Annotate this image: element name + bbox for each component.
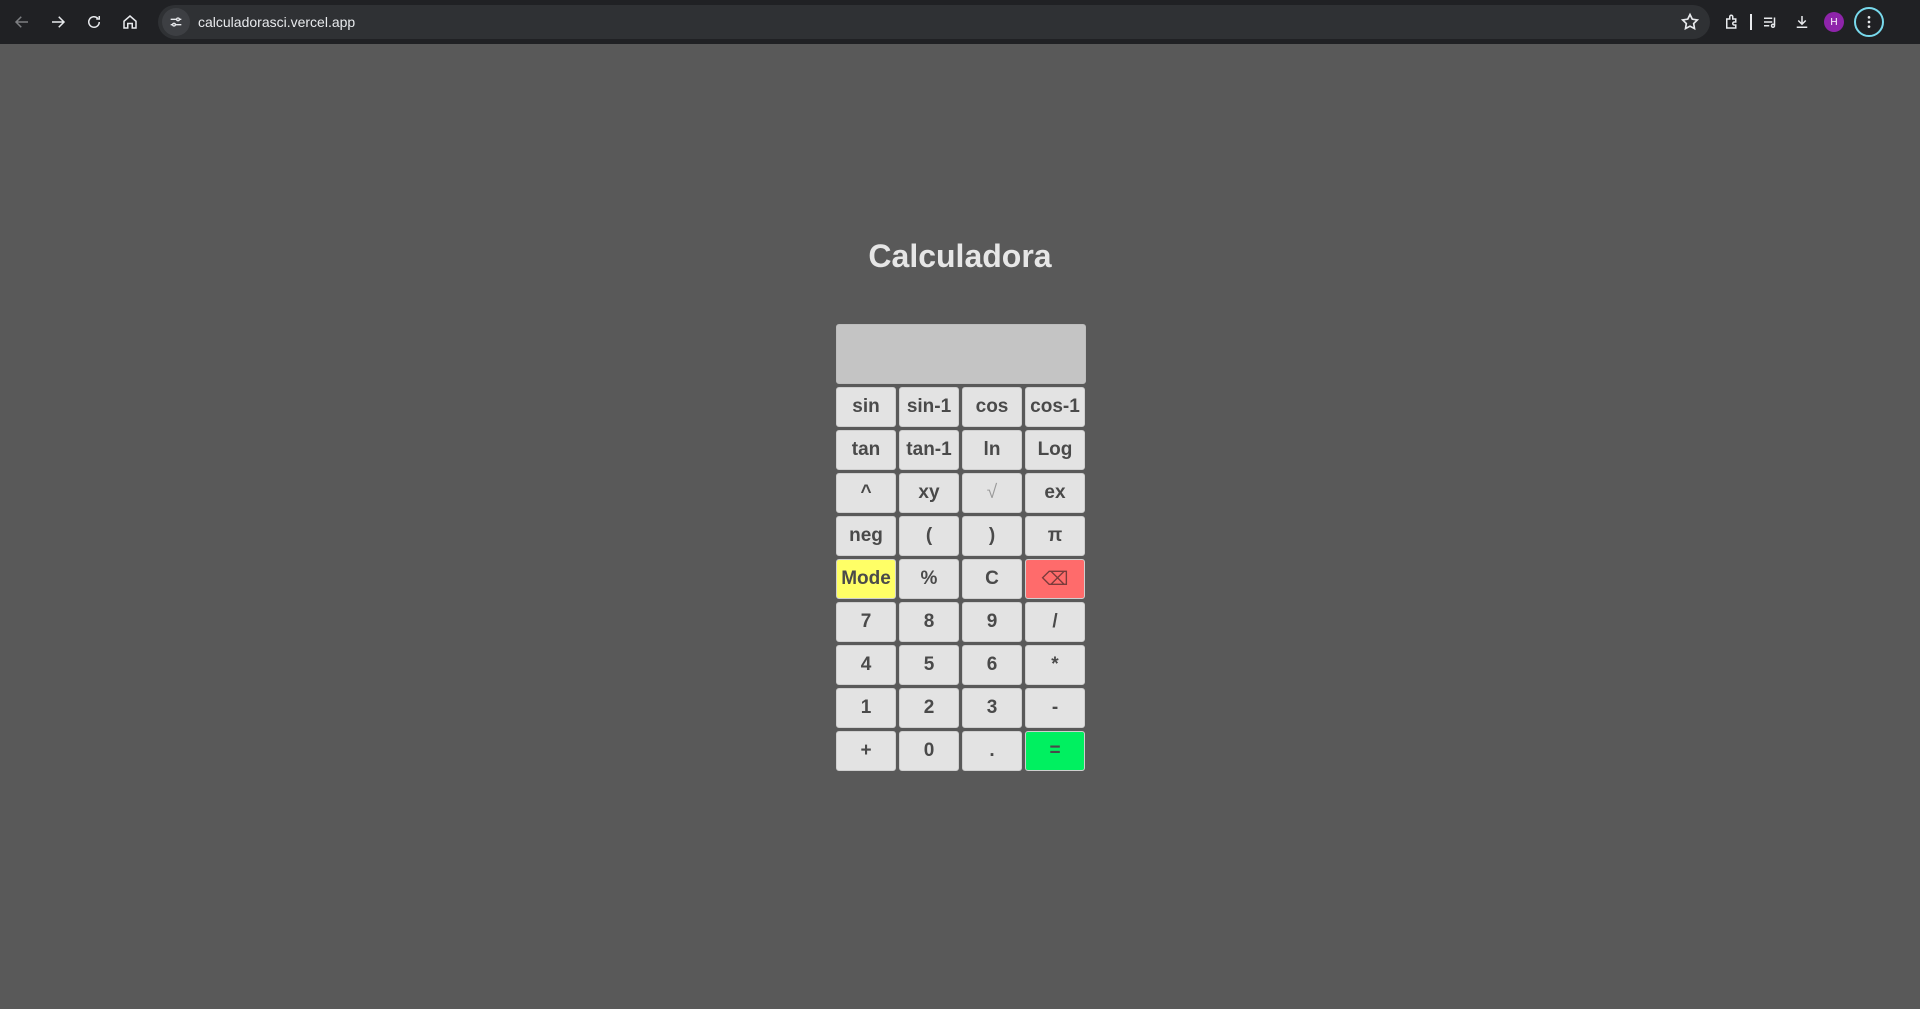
calculator: sin sin-1 cos cos-1 tan tan-1 ln Log ^ xy √ ex neg()…: [836, 324, 1086, 771]
key-percent[interactable]: %: [899, 559, 959, 599]
key-backspace[interactable]: ⌫: [1025, 559, 1085, 599]
key-8[interactable]: 8: [899, 602, 959, 642]
avatar: H: [1824, 12, 1844, 32]
key-close-paren[interactable]: ): [962, 516, 1022, 556]
kebab-menu-icon[interactable]: [1854, 7, 1884, 37]
browser-tools: H: [1716, 7, 1884, 37]
key-1[interactable]: 1: [836, 688, 896, 728]
bookmark-star-icon[interactable]: [1680, 12, 1700, 32]
toolbar-separator: [1750, 14, 1752, 30]
key-divide[interactable]: /: [1025, 602, 1085, 642]
key-ln[interactable]: ln: [962, 430, 1022, 470]
key-sin[interactable]: sin: [836, 387, 896, 427]
key-0[interactable]: 0: [899, 731, 959, 771]
key-9[interactable]: 9: [962, 602, 1022, 642]
key-multiply[interactable]: *: [1025, 645, 1085, 685]
key-mode[interactable]: Mode: [836, 559, 896, 599]
profile-button[interactable]: H: [1818, 7, 1850, 37]
key-acos[interactable]: cos-1: [1025, 387, 1085, 427]
key-minus[interactable]: -: [1025, 688, 1085, 728]
key-atan[interactable]: tan-1: [899, 430, 959, 470]
key-neg[interactable]: neg: [836, 516, 896, 556]
key-6[interactable]: 6: [962, 645, 1022, 685]
key-plus[interactable]: +: [836, 731, 896, 771]
key-log[interactable]: Log: [1025, 430, 1085, 470]
key-equals[interactable]: =: [1025, 731, 1085, 771]
key-asin[interactable]: sin-1: [899, 387, 959, 427]
key-decimal[interactable]: .: [962, 731, 1022, 771]
key-5[interactable]: 5: [899, 645, 959, 685]
page-title: Calculadora: [868, 238, 1052, 274]
address-bar[interactable]: calculadorasci.vercel.app: [158, 5, 1710, 39]
key-7[interactable]: 7: [836, 602, 896, 642]
key-caret[interactable]: ^: [836, 473, 896, 513]
key-open-paren[interactable]: (: [899, 516, 959, 556]
back-icon[interactable]: [7, 7, 37, 37]
key-2[interactable]: 2: [899, 688, 959, 728]
key-power[interactable]: xy: [899, 473, 959, 513]
key-exp[interactable]: ex: [1025, 473, 1085, 513]
calculator-display[interactable]: [836, 324, 1086, 384]
key-clear[interactable]: C: [962, 559, 1022, 599]
media-queue-icon[interactable]: [1754, 7, 1786, 37]
key-cos[interactable]: cos: [962, 387, 1022, 427]
keypad: sin sin-1 cos cos-1 tan tan-1 ln Log ^ xy √ ex neg()…: [836, 387, 1086, 771]
key-4[interactable]: 4: [836, 645, 896, 685]
key-pi[interactable]: π: [1025, 516, 1085, 556]
reload-icon[interactable]: [79, 7, 109, 37]
download-icon[interactable]: [1786, 7, 1818, 37]
home-icon[interactable]: [115, 7, 145, 37]
key-3[interactable]: 3: [962, 688, 1022, 728]
extensions-icon[interactable]: [1716, 7, 1748, 37]
url-text[interactable]: calculadorasci.vercel.app: [198, 14, 355, 30]
site-info-icon[interactable]: [162, 8, 190, 36]
forward-icon[interactable]: [43, 7, 73, 37]
key-tan[interactable]: tan: [836, 430, 896, 470]
browser-toolbar: calculadorasci.vercel.app H: [0, 0, 1920, 44]
key-sqrt[interactable]: √: [962, 473, 1022, 513]
